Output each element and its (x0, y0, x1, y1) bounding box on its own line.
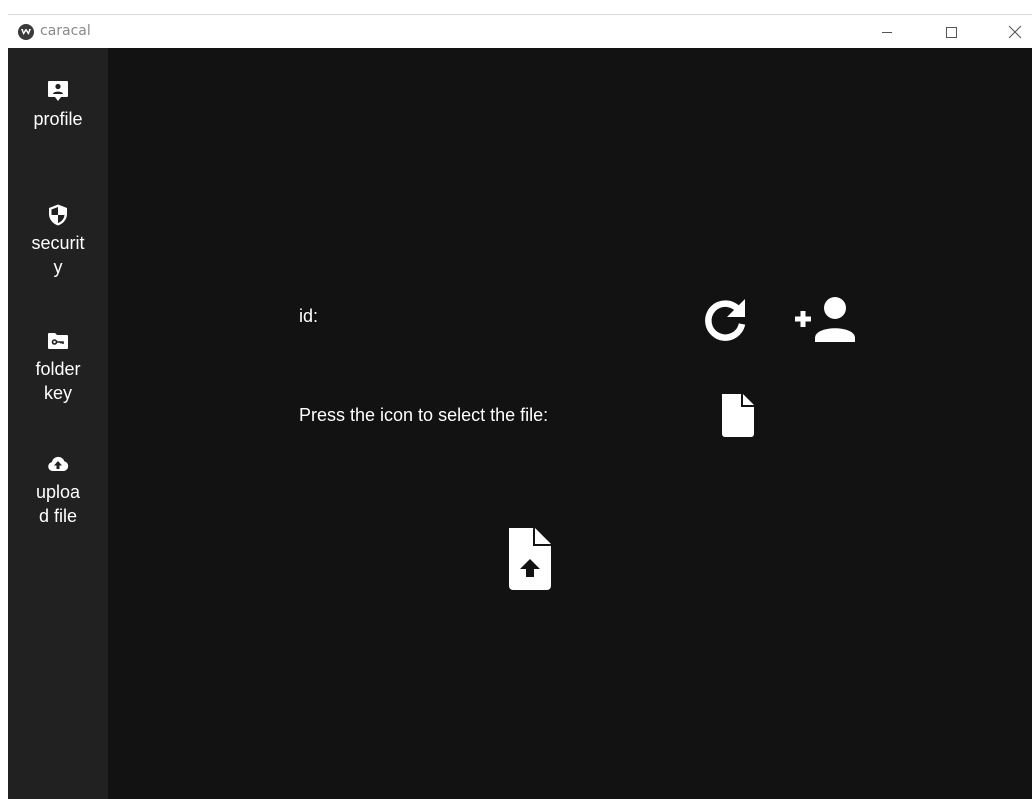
minimize-icon (882, 32, 892, 33)
add-user-button[interactable] (793, 292, 863, 348)
maximize-icon (946, 27, 957, 38)
file-prompt-label: Press the icon to select the file: (299, 405, 549, 425)
sidebar-item-security[interactable]: security (8, 203, 108, 279)
window-title: caracal (40, 23, 91, 39)
close-icon (1008, 25, 1022, 39)
add-user-icon (795, 297, 855, 342)
title-bar: caracal (8, 14, 1032, 49)
shield-icon (49, 204, 67, 226)
file-icon (722, 394, 754, 437)
minimize-button[interactable] (864, 15, 910, 49)
sidebar-item-upload-file[interactable]: upload file (8, 452, 108, 528)
file-upload-icon (509, 528, 551, 590)
refresh-button[interactable] (699, 294, 751, 346)
sidebar-item-label: folder key (35, 359, 81, 403)
upload-file-button[interactable] (499, 524, 559, 594)
sidebar: profile security folder key upload file (8, 48, 108, 799)
select-file-button[interactable] (712, 390, 762, 440)
profile-icon (48, 81, 68, 101)
maximize-button[interactable] (928, 15, 974, 49)
sidebar-item-label: profile (33, 109, 83, 129)
folder-key-icon (48, 333, 68, 349)
app-window: caracal profile security folder key uplo… (8, 14, 1032, 799)
app-logo-icon (18, 24, 34, 40)
id-label: id: (299, 306, 319, 326)
refresh-icon (705, 299, 746, 341)
sidebar-item-label: security (31, 233, 85, 277)
sidebar-item-folder-key[interactable]: folder key (8, 329, 108, 405)
cloud-upload-icon (48, 456, 69, 471)
sidebar-item-profile[interactable]: profile (8, 79, 108, 131)
close-button[interactable] (992, 15, 1032, 49)
sidebar-item-label: upload file (35, 482, 81, 526)
main-content: id: Press the icon to select the file: (108, 48, 1032, 799)
